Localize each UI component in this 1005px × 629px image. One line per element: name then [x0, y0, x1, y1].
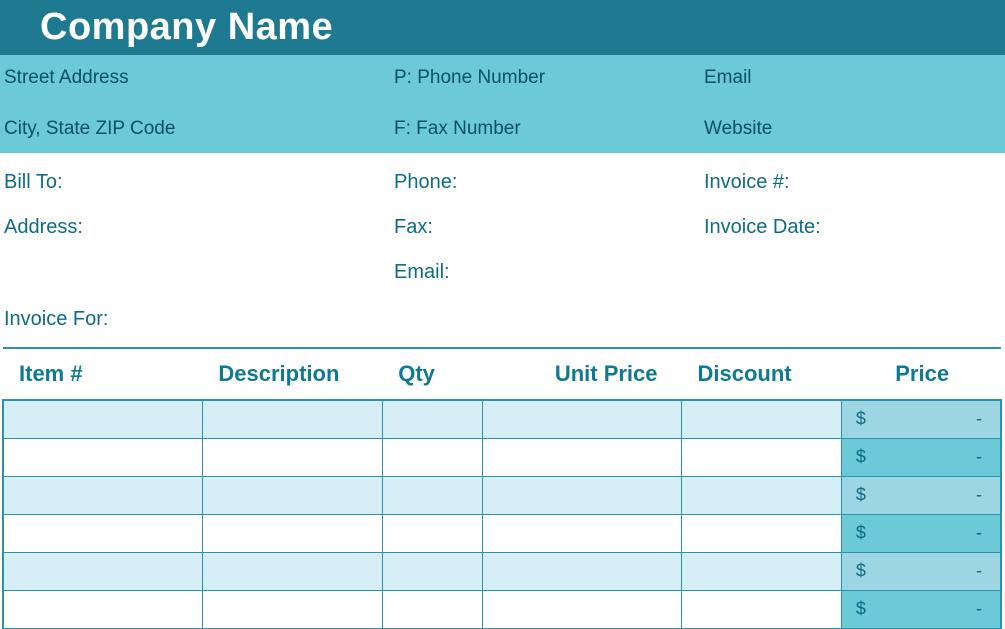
cell-item[interactable] [3, 438, 202, 476]
header-price: Price [841, 348, 1001, 400]
bill-to-label: Bill To: [4, 171, 394, 194]
bill-col-2: Phone: Fax: Email: [394, 171, 704, 284]
fax-label: Fax: [394, 216, 704, 239]
cell-description[interactable] [202, 590, 382, 628]
price-value: - [976, 447, 982, 468]
address-label: Address: [4, 216, 394, 239]
title-bar: Company Name [0, 0, 1005, 55]
table-body: $ - $ - $ - [3, 400, 1001, 628]
header-discount: Discount [682, 348, 842, 400]
company-info-section: Street Address City, State ZIP Code P: P… [0, 55, 1005, 153]
cell-price: $ - [841, 476, 1001, 514]
price-value: - [976, 485, 982, 506]
cell-description[interactable] [202, 438, 382, 476]
city-state-zip: City, State ZIP Code [4, 118, 374, 141]
bill-section: Bill To: Address: Phone: Fax: Email: Inv… [0, 153, 1005, 294]
items-table: Item # Description Qty Unit Price Discou… [2, 347, 1002, 629]
cell-item[interactable] [3, 514, 202, 552]
cell-qty[interactable] [382, 514, 482, 552]
header-description: Description [202, 348, 382, 400]
company-phone: P: Phone Number [394, 67, 684, 90]
cell-description[interactable] [202, 476, 382, 514]
company-phone-col: P: Phone Number F: Fax Number [394, 67, 704, 141]
cell-unit-price[interactable] [482, 552, 681, 590]
currency-symbol: $ [856, 485, 866, 506]
company-website: Website [704, 118, 985, 141]
currency-symbol: $ [856, 523, 866, 544]
cell-price: $ - [841, 438, 1001, 476]
cell-price: $ - [841, 400, 1001, 438]
cell-item[interactable] [3, 400, 202, 438]
bill-col-1: Bill To: Address: [4, 171, 394, 284]
phone-label: Phone: [394, 171, 704, 194]
cell-unit-price[interactable] [482, 476, 681, 514]
invoice-date-label: Invoice Date: [704, 216, 1005, 239]
cell-price: $ - [841, 514, 1001, 552]
header-qty: Qty [382, 348, 482, 400]
company-web-col: Email Website [704, 67, 1005, 141]
cell-unit-price[interactable] [482, 514, 681, 552]
company-fax: F: Fax Number [394, 118, 684, 141]
cell-description[interactable] [202, 400, 382, 438]
table-row: $ - [3, 400, 1001, 438]
cell-qty[interactable] [382, 400, 482, 438]
cell-discount[interactable] [682, 476, 842, 514]
currency-symbol: $ [856, 561, 866, 582]
cell-item[interactable] [3, 476, 202, 514]
company-email: Email [704, 67, 985, 90]
header-unit-price: Unit Price [482, 348, 681, 400]
cell-description[interactable] [202, 552, 382, 590]
table-row: $ - [3, 552, 1001, 590]
cell-item[interactable] [3, 590, 202, 628]
header-item: Item # [3, 348, 202, 400]
cell-qty[interactable] [382, 438, 482, 476]
cell-discount[interactable] [682, 400, 842, 438]
currency-symbol: $ [856, 599, 866, 620]
cell-qty[interactable] [382, 590, 482, 628]
invoice-num-label: Invoice #: [704, 171, 1005, 194]
cell-price: $ - [841, 590, 1001, 628]
cell-qty[interactable] [382, 552, 482, 590]
table-row: $ - [3, 590, 1001, 628]
cell-unit-price[interactable] [482, 438, 681, 476]
cell-description[interactable] [202, 514, 382, 552]
table-row: $ - [3, 438, 1001, 476]
cell-discount[interactable] [682, 590, 842, 628]
table-header-row: Item # Description Qty Unit Price Discou… [3, 348, 1001, 400]
price-value: - [976, 409, 982, 430]
bill-col-3: Invoice #: Invoice Date: [704, 171, 1005, 284]
cell-unit-price[interactable] [482, 400, 681, 438]
table-row: $ - [3, 514, 1001, 552]
email-label: Email: [394, 261, 704, 284]
cell-discount[interactable] [682, 438, 842, 476]
price-value: - [976, 561, 982, 582]
cell-discount[interactable] [682, 514, 842, 552]
currency-symbol: $ [856, 409, 866, 430]
price-value: - [976, 599, 982, 620]
cell-discount[interactable] [682, 552, 842, 590]
table-row: $ - [3, 476, 1001, 514]
currency-symbol: $ [856, 447, 866, 468]
cell-qty[interactable] [382, 476, 482, 514]
cell-item[interactable] [3, 552, 202, 590]
price-value: - [976, 523, 982, 544]
company-address-col: Street Address City, State ZIP Code [4, 67, 394, 141]
cell-unit-price[interactable] [482, 590, 681, 628]
invoice-for-label: Invoice For: [0, 294, 1005, 341]
street-address: Street Address [4, 67, 374, 90]
company-name: Company Name [40, 6, 333, 49]
cell-price: $ - [841, 552, 1001, 590]
